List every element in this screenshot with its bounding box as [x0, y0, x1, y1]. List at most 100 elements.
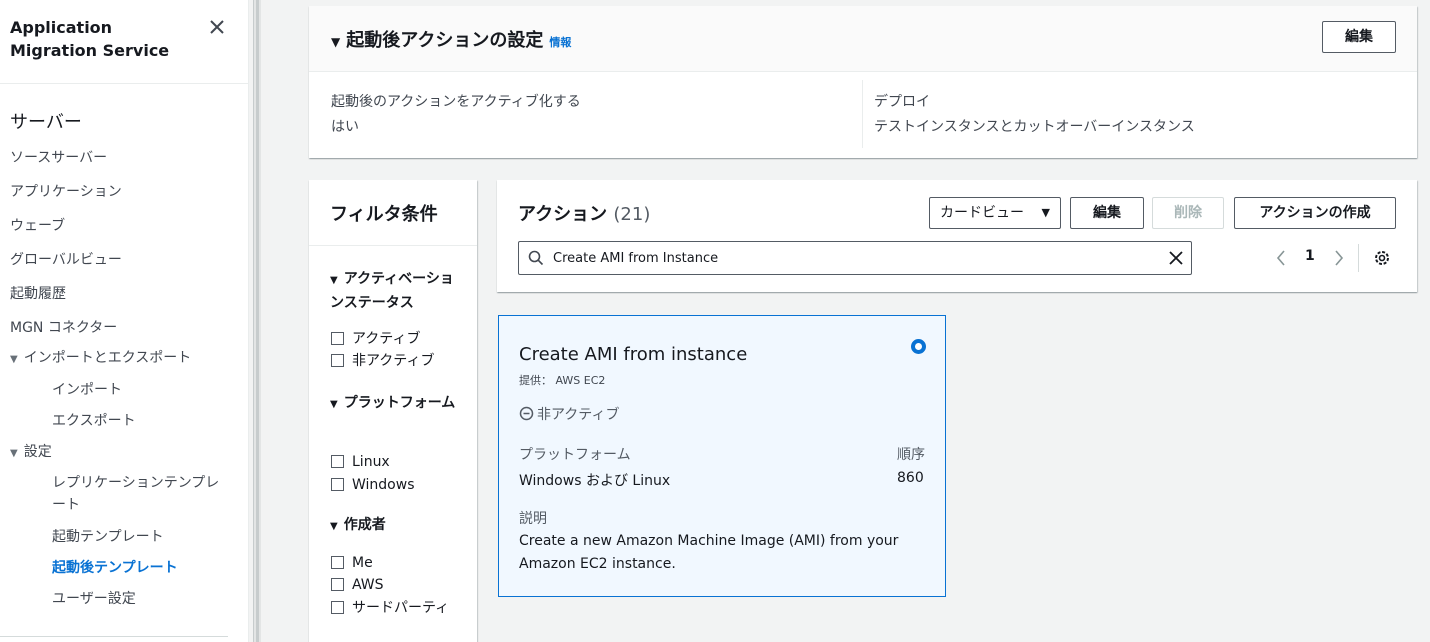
nav-global-view[interactable]: グローバルビュー: [10, 249, 122, 269]
create-action-button[interactable]: アクションの作成: [1234, 197, 1396, 229]
divider: [862, 80, 863, 148]
nav-applications[interactable]: アプリケーション: [10, 181, 122, 201]
actions-panel: アクション (21) カードビュー ▼ 編集 削除 アクションの作成 1: [497, 180, 1417, 292]
checkbox[interactable]: [331, 601, 344, 614]
filter-option-label: アクティブ: [352, 331, 421, 347]
nav-waves[interactable]: ウェーブ: [10, 215, 65, 235]
search-icon: [528, 250, 544, 266]
activate-label: 起動後のアクションをアクティブ化する: [331, 94, 581, 110]
clear-icon[interactable]: [1167, 249, 1185, 267]
splitter-handle[interactable]: [256, 0, 259, 642]
filter-group-activation-status[interactable]: ▼ アクティベーションステータス: [330, 268, 460, 314]
status-indicator: 非アクティブ: [519, 404, 619, 424]
filter-group-label: アクティベーションステータス: [330, 271, 454, 311]
settings-gear-icon[interactable]: [1373, 249, 1391, 267]
service-title[interactable]: Application Migration Service: [10, 16, 200, 62]
nav-replication-template[interactable]: レプリケーションテンプレート: [52, 472, 222, 516]
caret-down-icon: ▼: [10, 448, 18, 459]
nav-export[interactable]: エクスポート: [52, 410, 136, 430]
checkbox[interactable]: [331, 354, 344, 367]
activate-value: はい: [331, 119, 359, 135]
checkbox[interactable]: [331, 332, 344, 345]
filter-option-aws[interactable]: AWS: [331, 575, 384, 595]
nav-mgn-connector[interactable]: MGN コネクター: [10, 317, 117, 337]
platform-label: プラットフォーム: [519, 447, 631, 463]
nav-launch-template[interactable]: 起動テンプレート: [52, 526, 164, 546]
nav-post-launch-template[interactable]: 起動後テンプレート: [52, 557, 178, 577]
filter-group-creator[interactable]: ▼ 作成者: [330, 514, 386, 538]
filter-option-me[interactable]: Me: [331, 553, 373, 573]
filter-panel: フィルタ条件 ▼ アクティベーションステータス アクティブ 非アクティブ ▼ プラッ…: [309, 180, 477, 642]
description-label: 説明: [519, 511, 547, 527]
checkbox[interactable]: [331, 578, 344, 591]
divider: [1358, 244, 1359, 272]
nav-source-servers[interactable]: ソースサーバー: [10, 147, 107, 167]
search-input[interactable]: [553, 248, 1153, 268]
caret-down-icon: ▼: [331, 35, 341, 49]
filter-option-label: サードパーティ: [352, 600, 450, 616]
nav-import[interactable]: インポート: [52, 379, 122, 399]
stopped-status-icon: [519, 406, 534, 421]
nav-import-export[interactable]: ▼ インポートとエクスポート: [10, 347, 191, 367]
filter-option-third-party[interactable]: サードパーティ: [331, 598, 449, 618]
filter-group-platform[interactable]: ▼ プラットフォーム: [330, 392, 460, 416]
panel-splitter[interactable]: [253, 0, 261, 642]
page-number[interactable]: 1: [1305, 248, 1315, 264]
action-card[interactable]: Create AMI from instance 提供： AWS EC2 非アク…: [498, 315, 946, 597]
actions-title: アクション (21): [518, 200, 650, 226]
search-field[interactable]: [518, 241, 1192, 275]
platform-value: Windows および Linux: [519, 473, 671, 489]
filter-group-label: プラットフォーム: [343, 395, 456, 411]
nav-import-export-label: インポートとエクスポート: [23, 350, 192, 366]
actions-edit-button[interactable]: 編集: [1070, 197, 1144, 229]
deploy-label: デプロイ: [874, 94, 930, 110]
actions-count: (21): [613, 204, 651, 225]
filter-option-active[interactable]: アクティブ: [331, 329, 420, 349]
view-select[interactable]: カードビュー ▼: [929, 197, 1061, 229]
checkbox[interactable]: [331, 455, 344, 468]
checkbox[interactable]: [331, 556, 344, 569]
settings-title: 起動後アクションの設定: [346, 30, 544, 51]
caret-down-icon: ▼: [1041, 206, 1050, 219]
filter-option-label: Windows: [352, 477, 415, 493]
view-select-value: カードビュー: [940, 205, 1024, 221]
close-icon[interactable]: [206, 16, 228, 38]
filter-option-label: 非アクティブ: [352, 353, 435, 369]
filter-title: フィルタ条件: [330, 204, 438, 225]
status-text: 非アクティブ: [537, 407, 620, 423]
divider: [0, 83, 249, 84]
settings-edit-button[interactable]: 編集: [1322, 21, 1396, 53]
panel-title[interactable]: ▼ 起動後アクションの設定 情報: [331, 26, 571, 52]
filter-option-label: Linux: [352, 454, 390, 470]
nav-launch-history[interactable]: 起動履歴: [10, 283, 66, 303]
filter-option-windows[interactable]: Windows: [331, 475, 415, 495]
card-title: Create AMI from instance: [519, 344, 748, 365]
actions-title-label: アクション: [518, 204, 608, 225]
info-link[interactable]: 情報: [549, 36, 571, 49]
deploy-value: テストインスタンスとカットオーバーインスタンス: [874, 119, 1195, 135]
panel-header: ▼ 起動後アクションの設定 情報 編集: [309, 6, 1417, 72]
order-label: 順序: [897, 447, 925, 463]
divider: [0, 636, 228, 637]
caret-down-icon: ▼: [330, 399, 338, 410]
nav-settings[interactable]: ▼ 設定: [10, 441, 52, 461]
caret-down-icon: ▼: [10, 354, 18, 365]
order-value: 860: [897, 470, 924, 486]
chevron-left-icon[interactable]: [1275, 249, 1287, 267]
actions-delete-button[interactable]: 削除: [1152, 197, 1224, 229]
filter-option-label: Me: [352, 555, 373, 571]
nav-section-servers: サーバー: [10, 112, 82, 133]
filter-option-inactive[interactable]: 非アクティブ: [331, 351, 434, 371]
filter-option-linux[interactable]: Linux: [331, 452, 390, 472]
caret-down-icon: ▼: [330, 275, 338, 286]
side-navigation: Application Migration Service サーバー ソースサー…: [0, 0, 249, 642]
caret-down-icon: ▼: [330, 521, 338, 532]
filter-header: フィルタ条件: [309, 180, 477, 246]
post-launch-settings-panel: ▼ 起動後アクションの設定 情報 編集 起動後のアクションをアクティブ化する はい …: [309, 6, 1417, 158]
checkbox[interactable]: [331, 478, 344, 491]
filter-option-label: AWS: [352, 577, 384, 593]
chevron-right-icon[interactable]: [1333, 249, 1345, 267]
card-select-radio[interactable]: [911, 339, 926, 354]
nav-settings-label: 設定: [23, 444, 52, 460]
nav-user-settings[interactable]: ユーザー設定: [52, 588, 136, 608]
